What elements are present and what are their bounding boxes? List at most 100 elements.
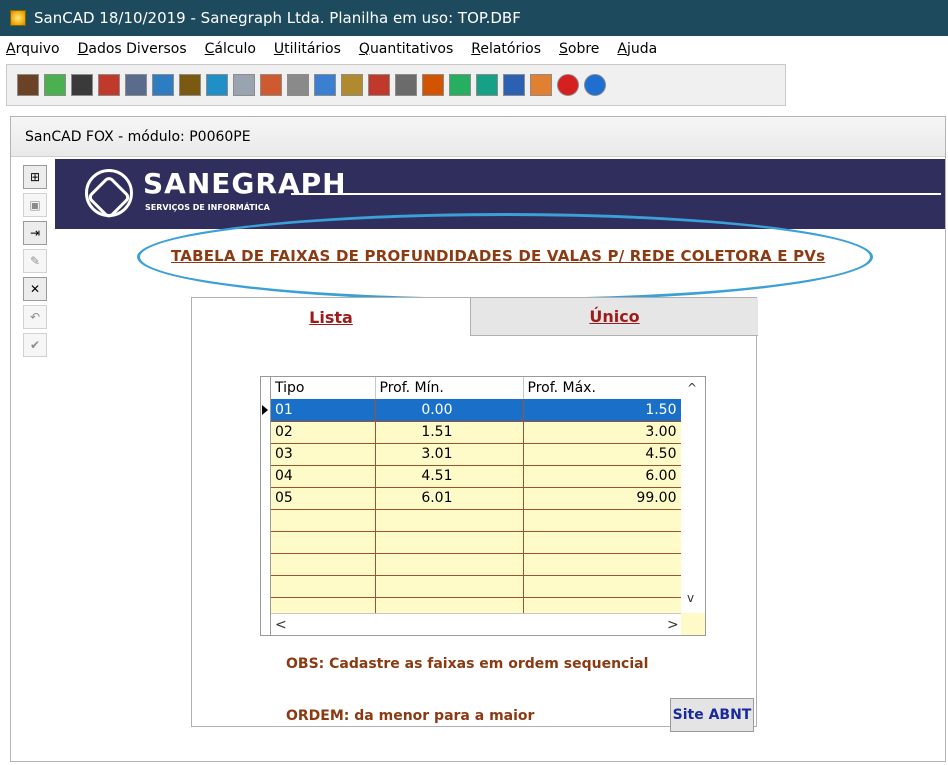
cell-tipo[interactable] [271,575,376,598]
table-row[interactable]: 05 6.01 99.00 [271,487,682,510]
cell-prof-max[interactable] [523,509,682,532]
edit-icon[interactable] [125,74,147,96]
cell-prof-min[interactable]: 1.51 [375,421,524,444]
col-header-tipo[interactable]: Tipo [271,377,376,399]
table-row[interactable] [271,509,682,532]
edit-note-icon[interactable] [314,74,336,96]
import-icon[interactable] [17,74,39,96]
printer-icon[interactable] [98,74,120,96]
menu-sobre[interactable]: Sobre [559,41,599,57]
export-icon[interactable] [422,74,444,96]
save-record-icon[interactable]: ▣ [23,193,47,217]
print-icon[interactable] [287,74,309,96]
main-toolbar [6,64,786,106]
cell-prof-min[interactable] [375,531,524,554]
table-row[interactable]: 02 1.51 3.00 [271,421,682,444]
add-record-icon[interactable]: ⊞ [23,165,47,189]
menu-arquivo[interactable]: Arquivo [6,41,60,57]
tab-lista[interactable]: Lista [192,298,470,336]
edit-record-icon[interactable]: ✎ [23,249,47,273]
tab-unico[interactable]: Único [470,298,758,336]
search-icon[interactable] [152,74,174,96]
users-icon[interactable] [530,74,552,96]
cell-tipo[interactable]: 01 [271,399,376,422]
menu-ajuda[interactable]: Ajuda [617,41,657,57]
tabs-panel: Lista Único Tipo Prof. Mín. Prof. Máx. 0… [191,297,758,732]
cell-tipo[interactable] [271,531,376,554]
cell-prof-max[interactable]: 6.00 [523,465,682,488]
table-row[interactable]: 04 4.51 6.00 [271,465,682,488]
help-blue-icon[interactable] [584,74,606,96]
undo-icon[interactable]: ↶ [23,305,47,329]
cell-tipo[interactable]: 05 [271,487,376,510]
obs-note: OBS: Cadastre as faixas em ordem sequenc… [286,656,649,672]
menu-quantitativos[interactable]: Quantitativos [359,41,453,57]
print-preview-icon[interactable] [260,74,282,96]
cell-tipo[interactable]: 02 [271,421,376,444]
window-title: SanCAD 18/10/2019 - Sanegraph Ltda. Plan… [34,9,521,27]
horizontal-scrollbar[interactable]: < > [271,613,683,635]
stamp-icon[interactable] [395,74,417,96]
cell-prof-max[interactable]: 1.50 [523,399,682,422]
cell-tipo[interactable]: 04 [271,465,376,488]
scroll-corner [681,613,705,635]
export-icon[interactable] [449,74,471,96]
table-row[interactable]: 03 3.01 4.50 [271,443,682,466]
cell-prof-max[interactable] [523,531,682,554]
cell-tipo[interactable]: 03 [271,443,376,466]
ranges-grid[interactable]: Tipo Prof. Mín. Prof. Máx. 01 0.00 1.50 02 1… [260,376,706,636]
cell-prof-min[interactable]: 4.51 [375,465,524,488]
col-header-prof-min[interactable]: Prof. Mín. [375,377,524,399]
scroll-left-icon[interactable]: < [275,617,287,633]
download-icon[interactable] [44,74,66,96]
cell-prof-min[interactable]: 0.00 [375,399,524,422]
menu-relatorios[interactable]: Relatórios [471,41,541,57]
table-row[interactable] [271,553,682,576]
export-icon[interactable] [476,74,498,96]
title-bar: SanCAD 18/10/2019 - Sanegraph Ltda. Plan… [0,0,948,36]
menu-utilitarios[interactable]: Utilitários [274,41,341,57]
save-icon[interactable] [503,74,525,96]
cell-prof-max[interactable]: 99.00 [523,487,682,510]
cell-prof-min[interactable] [375,509,524,532]
module-title: SanCAD FOX - módulo: P0060PE [11,117,945,157]
cell-prof-max[interactable]: 3.00 [523,421,682,444]
cell-prof-min[interactable]: 6.01 [375,487,524,510]
cell-prof-min[interactable] [375,575,524,598]
record-selector-column [261,377,271,635]
cell-tipo[interactable] [271,553,376,576]
chart-icon[interactable] [368,74,390,96]
vertical-scrollbar[interactable]: ^ v [681,377,705,615]
cell-prof-min[interactable]: 3.01 [375,443,524,466]
menu-dados-diversos[interactable]: Dados Diversos [78,41,187,57]
delete-record-icon[interactable]: ✕ [23,277,47,301]
cell-prof-max[interactable] [523,553,682,576]
list-icon[interactable] [71,74,93,96]
table-row[interactable]: 01 0.00 1.50 [271,399,682,422]
help-red-icon[interactable] [557,74,579,96]
tools-icon[interactable] [341,74,363,96]
brand-divider [291,193,941,195]
cell-prof-max[interactable]: 4.50 [523,443,682,466]
cell-prof-max[interactable] [523,575,682,598]
cell-prof-min[interactable] [375,553,524,576]
binoculars-icon[interactable] [179,74,201,96]
site-abnt-button[interactable]: Site ABNT [670,698,754,732]
page-heading: TABELA DE FAIXAS DE PROFUNDIDADES DE VAL… [171,247,826,265]
calculator-icon[interactable] [206,74,228,96]
cell-tipo[interactable] [271,509,376,532]
scroll-up-icon[interactable]: ^ [687,381,697,395]
col-header-prof-max[interactable]: Prof. Máx. [523,377,682,399]
table-row[interactable] [271,531,682,554]
brand-name: SANEGRAPH [143,167,347,200]
confirm-icon[interactable]: ✔ [23,333,47,357]
scroll-down-icon[interactable]: v [687,591,694,605]
menu-bar: Arquivo Dados Diversos Cálculo Utilitários Q… [0,36,948,62]
menu-calculo[interactable]: Cálculo [205,41,256,57]
table-row[interactable] [271,575,682,598]
sanegraph-logo-icon [75,159,143,227]
document-icon[interactable] [233,74,255,96]
exit-icon[interactable]: ⇥ [23,221,47,245]
vertical-toolbar: ⊞ ▣ ⇥ ✎ ✕ ↶ ✔ [23,165,53,361]
scroll-right-icon[interactable]: > [667,617,679,633]
